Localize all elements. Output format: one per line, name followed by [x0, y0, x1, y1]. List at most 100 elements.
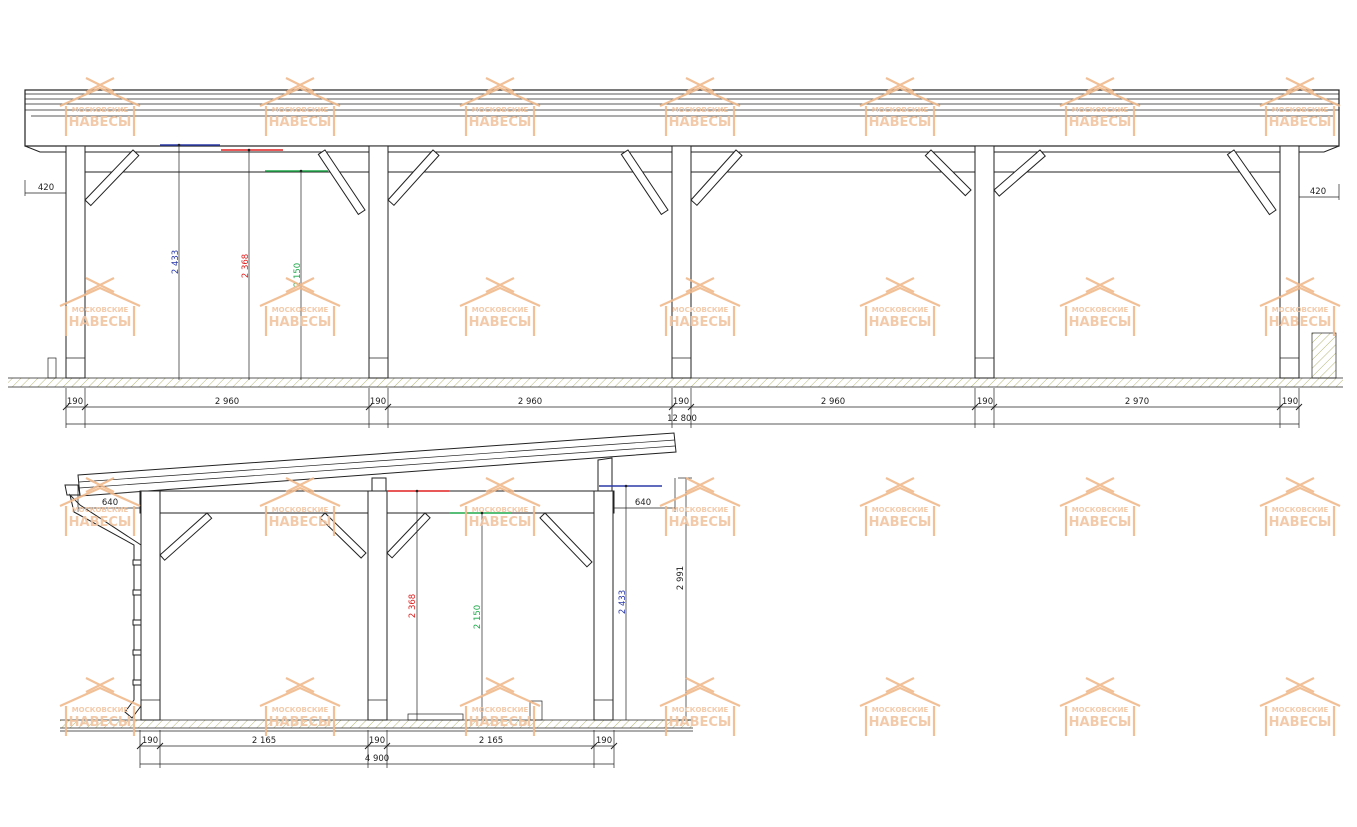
watermark-line2: НАВЕСЫ: [469, 515, 532, 530]
front-overhang-right: 420: [1310, 187, 1326, 197]
watermark-logo-icon: МОСКОВСКИЕНАВЕСЫ: [658, 476, 742, 538]
watermark-line2: НАВЕСЫ: [269, 515, 332, 530]
watermark-line1: МОСКОВСКИЕ: [272, 706, 329, 714]
watermark-line2: НАВЕСЫ: [669, 315, 732, 330]
knee-brace: [620, 149, 669, 216]
knee-brace: [159, 512, 213, 561]
front-post-width-1: 190: [67, 397, 83, 407]
front-height-red: 2 368: [241, 254, 251, 278]
watermark-logo-icon: МОСКОВСКИЕНАВЕСЫ: [58, 76, 142, 138]
watermark-line2: НАВЕСЫ: [1069, 715, 1132, 730]
watermark-logo-icon: МОСКОВСКИЕНАВЕСЫ: [1258, 676, 1342, 738]
front-bay-3: 2 960: [821, 397, 845, 407]
side-view: 640 640 2 991 2 368 2 150 2 433 190 2 16…: [60, 432, 693, 768]
watermark-line2: НАВЕСЫ: [1269, 715, 1332, 730]
watermark-logo-icon: МОСКОВСКИЕНАВЕСЫ: [1058, 676, 1142, 738]
watermark-line2: НАВЕСЫ: [1269, 315, 1332, 330]
knee-brace: [690, 149, 743, 207]
knee-brace: [386, 512, 431, 559]
side-post-width-2: 190: [369, 736, 385, 746]
post-side-3: [593, 490, 614, 721]
watermark-line1: МОСКОВСКИЕ: [472, 706, 529, 714]
watermark-line2: НАВЕСЫ: [269, 715, 332, 730]
watermark-line2: НАВЕСЫ: [869, 315, 932, 330]
watermark-line1: МОСКОВСКИЕ: [1272, 306, 1329, 314]
side-total: 4 900: [365, 754, 389, 764]
front-total: 12 800: [667, 414, 697, 424]
watermark-line1: МОСКОВСКИЕ: [672, 106, 729, 114]
watermark-line1: МОСКОВСКИЕ: [1072, 106, 1129, 114]
watermark-logo-icon: МОСКОВСКИЕНАВЕСЫ: [858, 276, 942, 338]
side-overall-height: 2 991: [676, 566, 686, 590]
watermark-line1: МОСКОВСКИЕ: [472, 106, 529, 114]
watermark-line2: НАВЕСЫ: [869, 515, 932, 530]
watermark-line1: МОСКОВСКИЕ: [272, 106, 329, 114]
knee-brace: [924, 149, 972, 197]
front-height-blue: 2 433: [171, 250, 181, 274]
watermark-line2: НАВЕСЫ: [469, 715, 532, 730]
watermark-logo-icon: МОСКОВСКИЕНАВЕСЫ: [458, 476, 542, 538]
front-bay-1: 2 960: [215, 397, 239, 407]
watermark-logo-icon: МОСКОВСКИЕНАВЕСЫ: [658, 76, 742, 138]
watermark-logo-icon: МОСКОВСКИЕНАВЕСЫ: [658, 676, 742, 738]
watermark-line2: НАВЕСЫ: [1069, 515, 1132, 530]
watermark-line1: МОСКОВСКИЕ: [72, 106, 129, 114]
watermark-line1: МОСКОВСКИЕ: [72, 706, 129, 714]
watermark-line1: МОСКОВСКИЕ: [472, 306, 529, 314]
watermark-line1: МОСКОВСКИЕ: [72, 306, 129, 314]
watermark-line1: МОСКОВСКИЕ: [872, 706, 929, 714]
post-side-1: [140, 490, 161, 721]
side-overhang-right: 640: [635, 498, 651, 508]
watermark-logo-icon: МОСКОВСКИЕНАВЕСЫ: [458, 276, 542, 338]
watermark-logo-icon: МОСКОВСКИЕНАВЕСЫ: [858, 76, 942, 138]
watermark-logo-icon: МОСКОВСКИЕНАВЕСЫ: [258, 476, 342, 538]
watermark-line1: МОСКОВСКИЕ: [672, 706, 729, 714]
watermark-logo-icon: МОСКОВСКИЕНАВЕСЫ: [1058, 476, 1142, 538]
side-height-blue: 2 433: [618, 590, 628, 614]
watermark-line2: НАВЕСЫ: [1069, 115, 1132, 130]
watermark-line2: НАВЕСЫ: [669, 715, 732, 730]
watermark-logo-icon: МОСКОВСКИЕНАВЕСЫ: [1258, 476, 1342, 538]
height-dims-front: 2 433 2 368 2 150: [160, 143, 328, 380]
post-front-4: [974, 145, 995, 379]
drawing-sheet: 2 433 2 368 2 150 420 420 190 2 960 190 …: [0, 0, 1357, 827]
watermark-line1: МОСКОВСКИЕ: [1072, 506, 1129, 514]
watermark-line2: НАВЕСЫ: [69, 515, 132, 530]
front-bay-4: 2 970: [1125, 397, 1149, 407]
post-front-1: [65, 145, 86, 379]
watermark-line1: МОСКОВСКИЕ: [872, 106, 929, 114]
watermark-logo-icon: МОСКОВСКИЕНАВЕСЫ: [858, 676, 942, 738]
watermark-logo-icon: МОСКОВСКИЕНАВЕСЫ: [858, 476, 942, 538]
front-post-width-3: 190: [673, 397, 689, 407]
side-height-red: 2 368: [408, 594, 418, 618]
watermark-line2: НАВЕСЫ: [1069, 315, 1132, 330]
watermark-line1: МОСКОВСКИЕ: [672, 506, 729, 514]
watermark-line1: МОСКОВСКИЕ: [672, 306, 729, 314]
watermark-line1: МОСКОВСКИЕ: [1272, 506, 1329, 514]
front-bay-2: 2 960: [518, 397, 542, 407]
posts-side: [140, 490, 614, 721]
watermark-line1: МОСКОВСКИЕ: [72, 506, 129, 514]
watermark-logo-icon: МОСКОВСКИЕНАВЕСЫ: [258, 76, 342, 138]
watermark-logo-icon: МОСКОВСКИЕНАВЕСЫ: [458, 676, 542, 738]
watermark-line2: НАВЕСЫ: [469, 315, 532, 330]
watermark-line2: НАВЕСЫ: [1269, 115, 1332, 130]
watermark-logo-icon: МОСКОВСКИЕНАВЕСЫ: [1258, 276, 1342, 338]
watermark-line1: МОСКОВСКИЕ: [272, 306, 329, 314]
watermark-line1: МОСКОВСКИЕ: [1272, 706, 1329, 714]
watermark-logo-icon: МОСКОВСКИЕНАВЕСЫ: [58, 676, 142, 738]
side-post-width-1: 190: [142, 736, 158, 746]
front-overhang-left: 420: [38, 183, 54, 193]
knee-brace: [317, 149, 366, 216]
watermark-line2: НАВЕСЫ: [69, 315, 132, 330]
watermark-logo-icon: МОСКОВСКИЕНАВЕСЫ: [258, 676, 342, 738]
front-post-width-4: 190: [977, 397, 993, 407]
watermark-line1: МОСКОВСКИЕ: [272, 506, 329, 514]
knee-brace: [539, 512, 593, 568]
watermark-line1: МОСКОВСКИЕ: [1072, 706, 1129, 714]
post-front-5: [1279, 145, 1300, 379]
watermark-line1: МОСКОВСКИЕ: [872, 506, 929, 514]
front-post-width-5: 190: [1282, 397, 1298, 407]
watermark-line2: НАВЕСЫ: [869, 115, 932, 130]
watermark-line2: НАВЕСЫ: [269, 115, 332, 130]
